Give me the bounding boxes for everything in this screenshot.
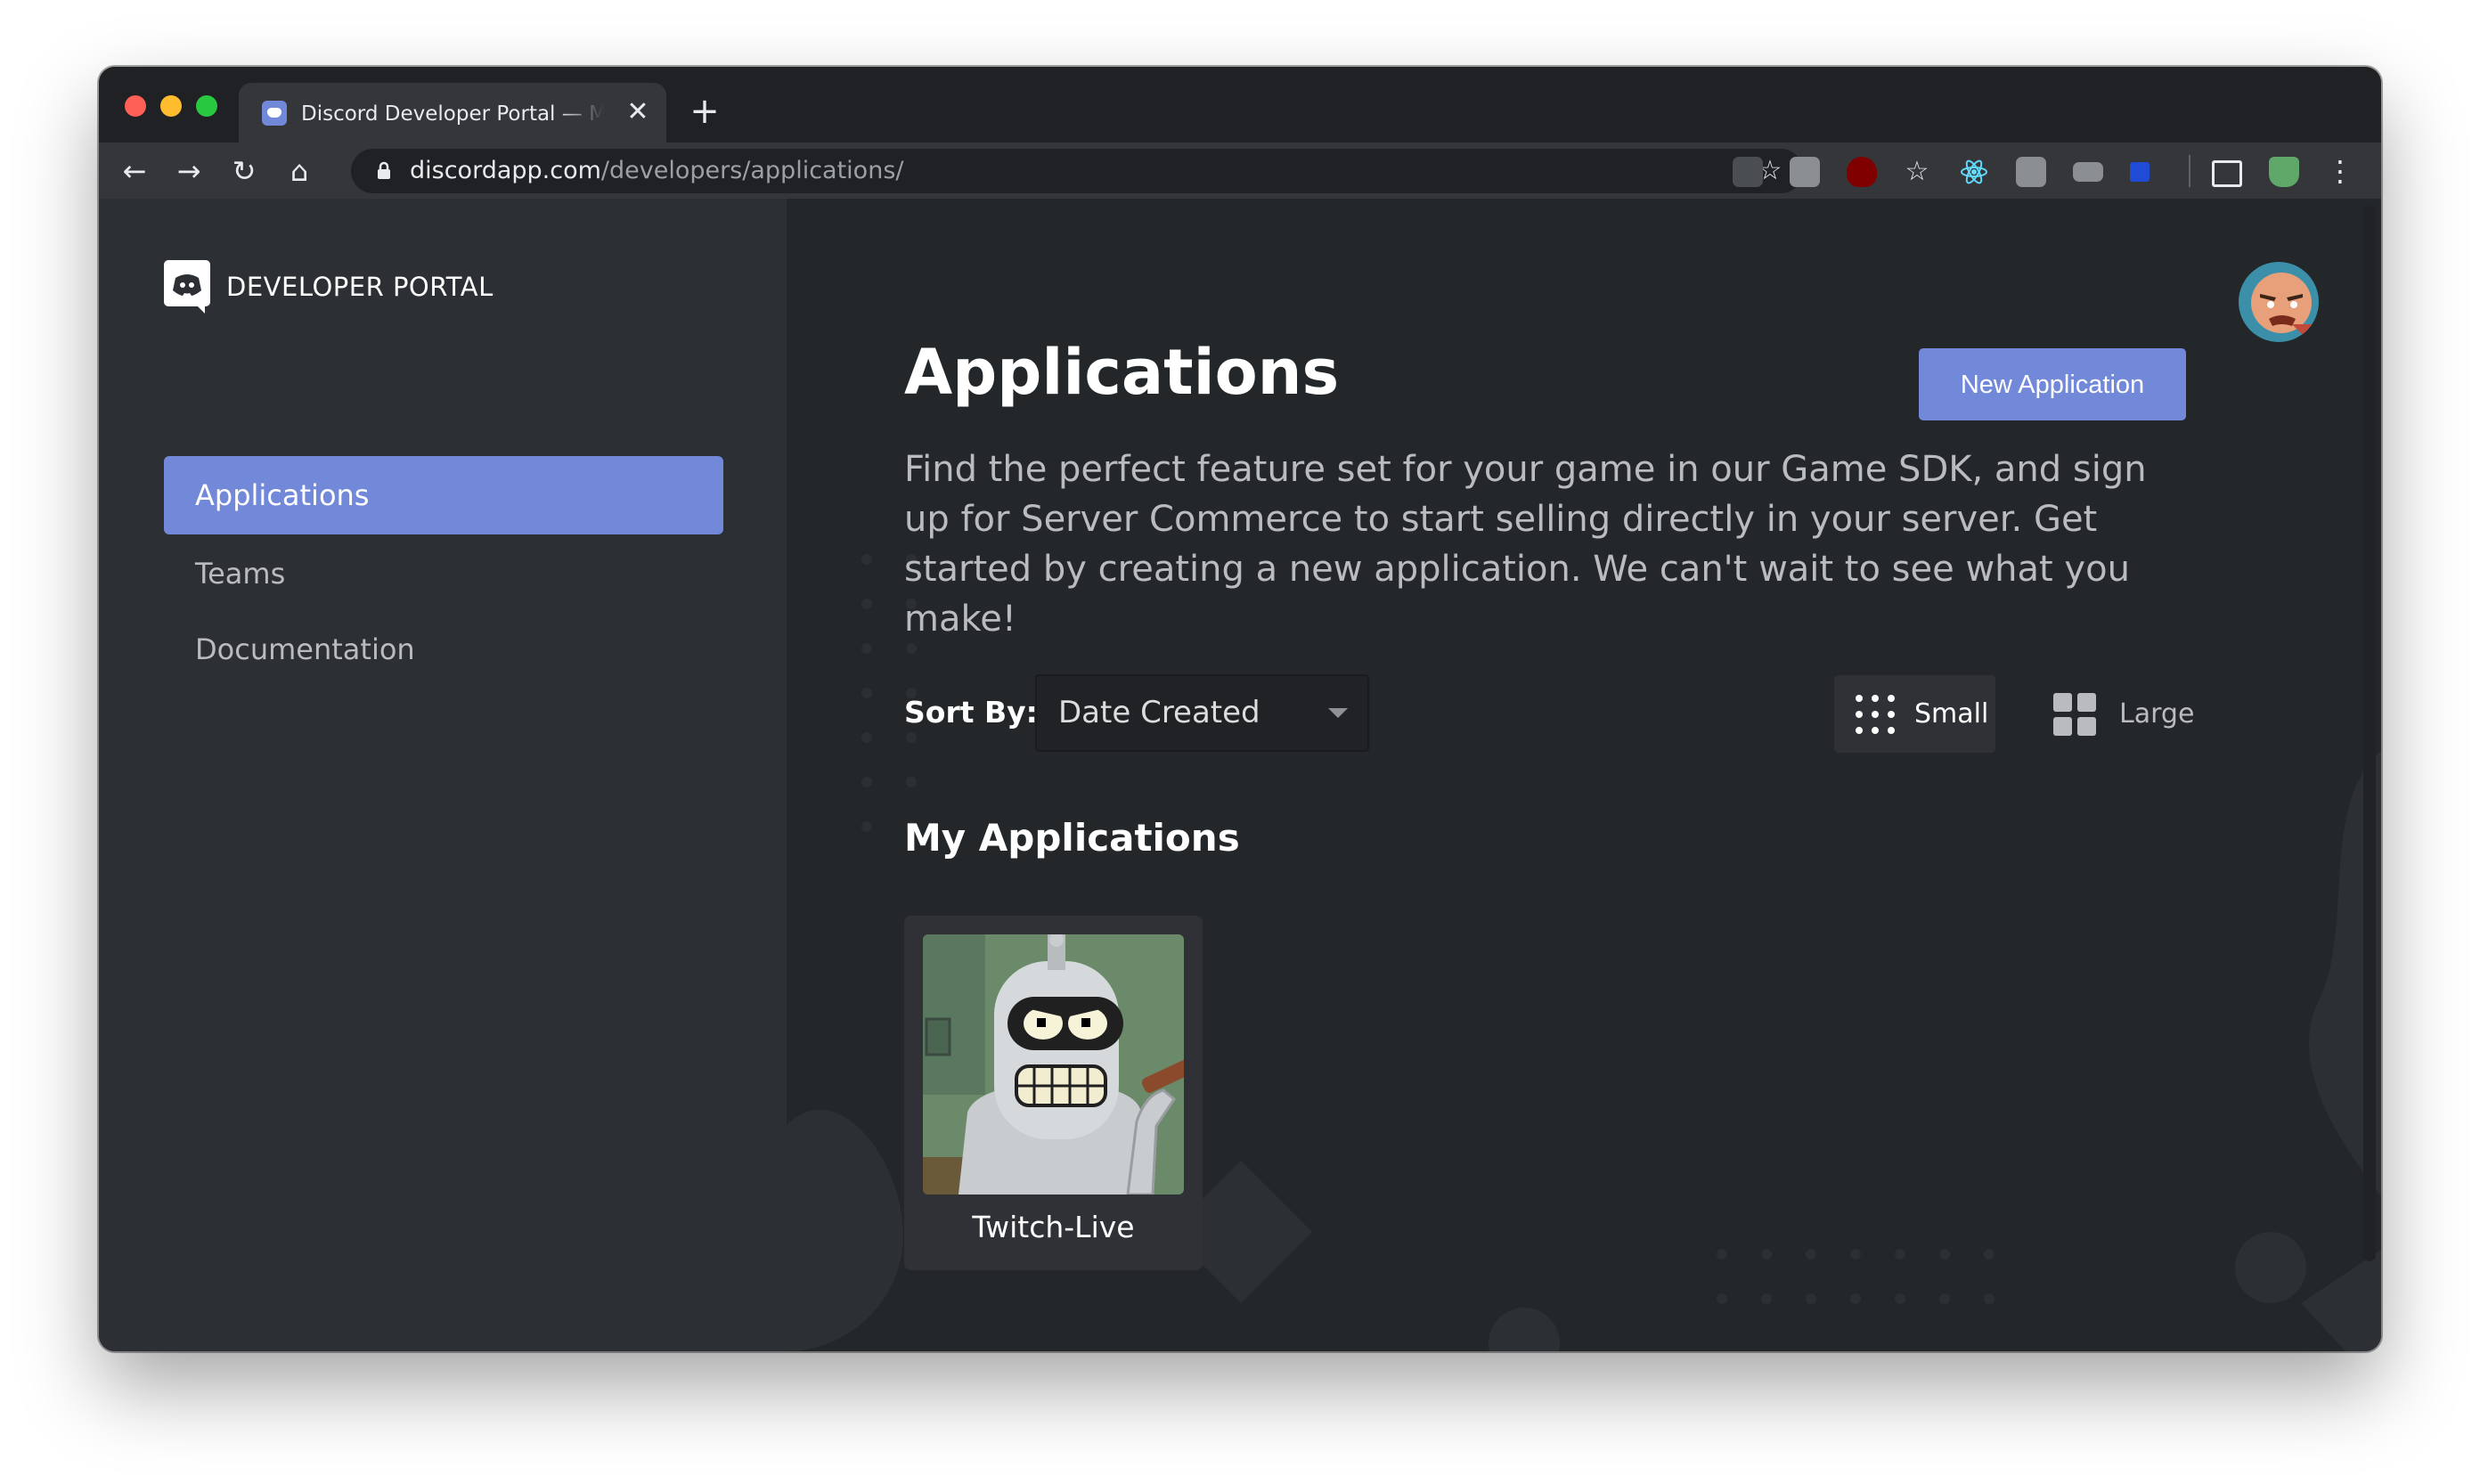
- tab-title: Discord Developer Portal — My Applicatio…: [301, 102, 604, 126]
- sidebar-item-teams[interactable]: Teams: [164, 534, 723, 613]
- home-button[interactable]: ⌂: [281, 153, 317, 189]
- browser-menu-icon[interactable]: ⋮: [2322, 153, 2358, 189]
- sidebar-item-applications[interactable]: Applications: [164, 456, 723, 534]
- new-tab-button[interactable]: +: [687, 94, 722, 129]
- page-content: DEVELOPER PORTAL Applications Teams Docu…: [99, 199, 2381, 1351]
- browser-toolbar: ← → ↻ ⌂ discordapp.com/developers/applic…: [99, 143, 2381, 199]
- page-description: Find the perfect feature set for your ga…: [904, 449, 2147, 640]
- small-grid-icon: [1856, 695, 1895, 734]
- view-large-toggle[interactable]: Large: [2021, 675, 2194, 753]
- blue-square-extension-icon[interactable]: [2130, 162, 2150, 182]
- url-host: discordapp.com: [410, 157, 601, 184]
- toolbar-divider: [2189, 155, 2190, 187]
- tab-strip: Discord Developer Portal — My Applicatio…: [99, 67, 2381, 143]
- new-application-button[interactable]: New Application: [1919, 348, 2186, 420]
- star-extension-icon[interactable]: ☆: [1902, 157, 1932, 187]
- extension-window-icon[interactable]: [1733, 157, 1763, 187]
- sidebar-item-documentation[interactable]: Documentation: [164, 610, 723, 689]
- close-tab-icon[interactable]: ✕: [624, 98, 652, 126]
- my-applications-heading: My Applications: [904, 816, 1240, 860]
- forward-button[interactable]: →: [171, 153, 207, 189]
- minimize-window-button[interactable]: [160, 95, 182, 117]
- lock-icon: [378, 161, 390, 179]
- url-path: /developers/applications/: [600, 157, 904, 184]
- profile-extension-icon[interactable]: [2269, 157, 2299, 187]
- user-avatar[interactable]: [2239, 262, 2319, 342]
- close-window-button[interactable]: [125, 95, 146, 117]
- sidebar: DEVELOPER PORTAL Applications Teams Docu…: [99, 199, 787, 1351]
- address-bar[interactable]: discordapp.com/developers/applications/ …: [351, 149, 1803, 193]
- view-small-label: Small: [1914, 698, 1989, 730]
- infinity-extension-icon[interactable]: [2073, 162, 2103, 182]
- chevron-down-icon: [1328, 708, 1348, 718]
- sort-selected-value: Date Created: [1058, 695, 1260, 730]
- page-title: Applications: [904, 336, 1340, 409]
- large-grid-icon: [2053, 693, 2096, 736]
- cast-icon[interactable]: [2212, 160, 2242, 187]
- back-button[interactable]: ←: [117, 153, 152, 189]
- view-large-label: Large: [2119, 698, 2195, 730]
- sort-dropdown[interactable]: Date Created: [1035, 674, 1369, 752]
- discord-logo-icon[interactable]: [164, 260, 210, 314]
- brand-title: DEVELOPER PORTAL: [226, 272, 494, 302]
- extension-font-icon[interactable]: [1790, 157, 1820, 187]
- application-name: Twitch-Live: [972, 1210, 1135, 1244]
- discord-favicon-icon: [262, 101, 287, 126]
- ublock-origin-icon[interactable]: [1847, 157, 1877, 187]
- application-card[interactable]: Twitch-Live: [904, 916, 1203, 1270]
- sort-by-label: Sort By:: [904, 695, 1038, 730]
- camera-extension-icon[interactable]: [2016, 157, 2046, 187]
- maximize-window-button[interactable]: [196, 95, 217, 117]
- page-scrollbar[interactable]: [2363, 206, 2376, 1261]
- application-icon: [923, 934, 1184, 1195]
- react-devtools-icon[interactable]: [1959, 157, 1989, 187]
- browser-window: Discord Developer Portal — My Applicatio…: [99, 67, 2381, 1351]
- view-small-toggle[interactable]: Small: [1834, 675, 1995, 753]
- browser-tab[interactable]: Discord Developer Portal — My Applicatio…: [239, 83, 666, 143]
- reload-button[interactable]: ↻: [226, 153, 262, 189]
- url-text: discordapp.com/developers/applications/: [410, 156, 903, 186]
